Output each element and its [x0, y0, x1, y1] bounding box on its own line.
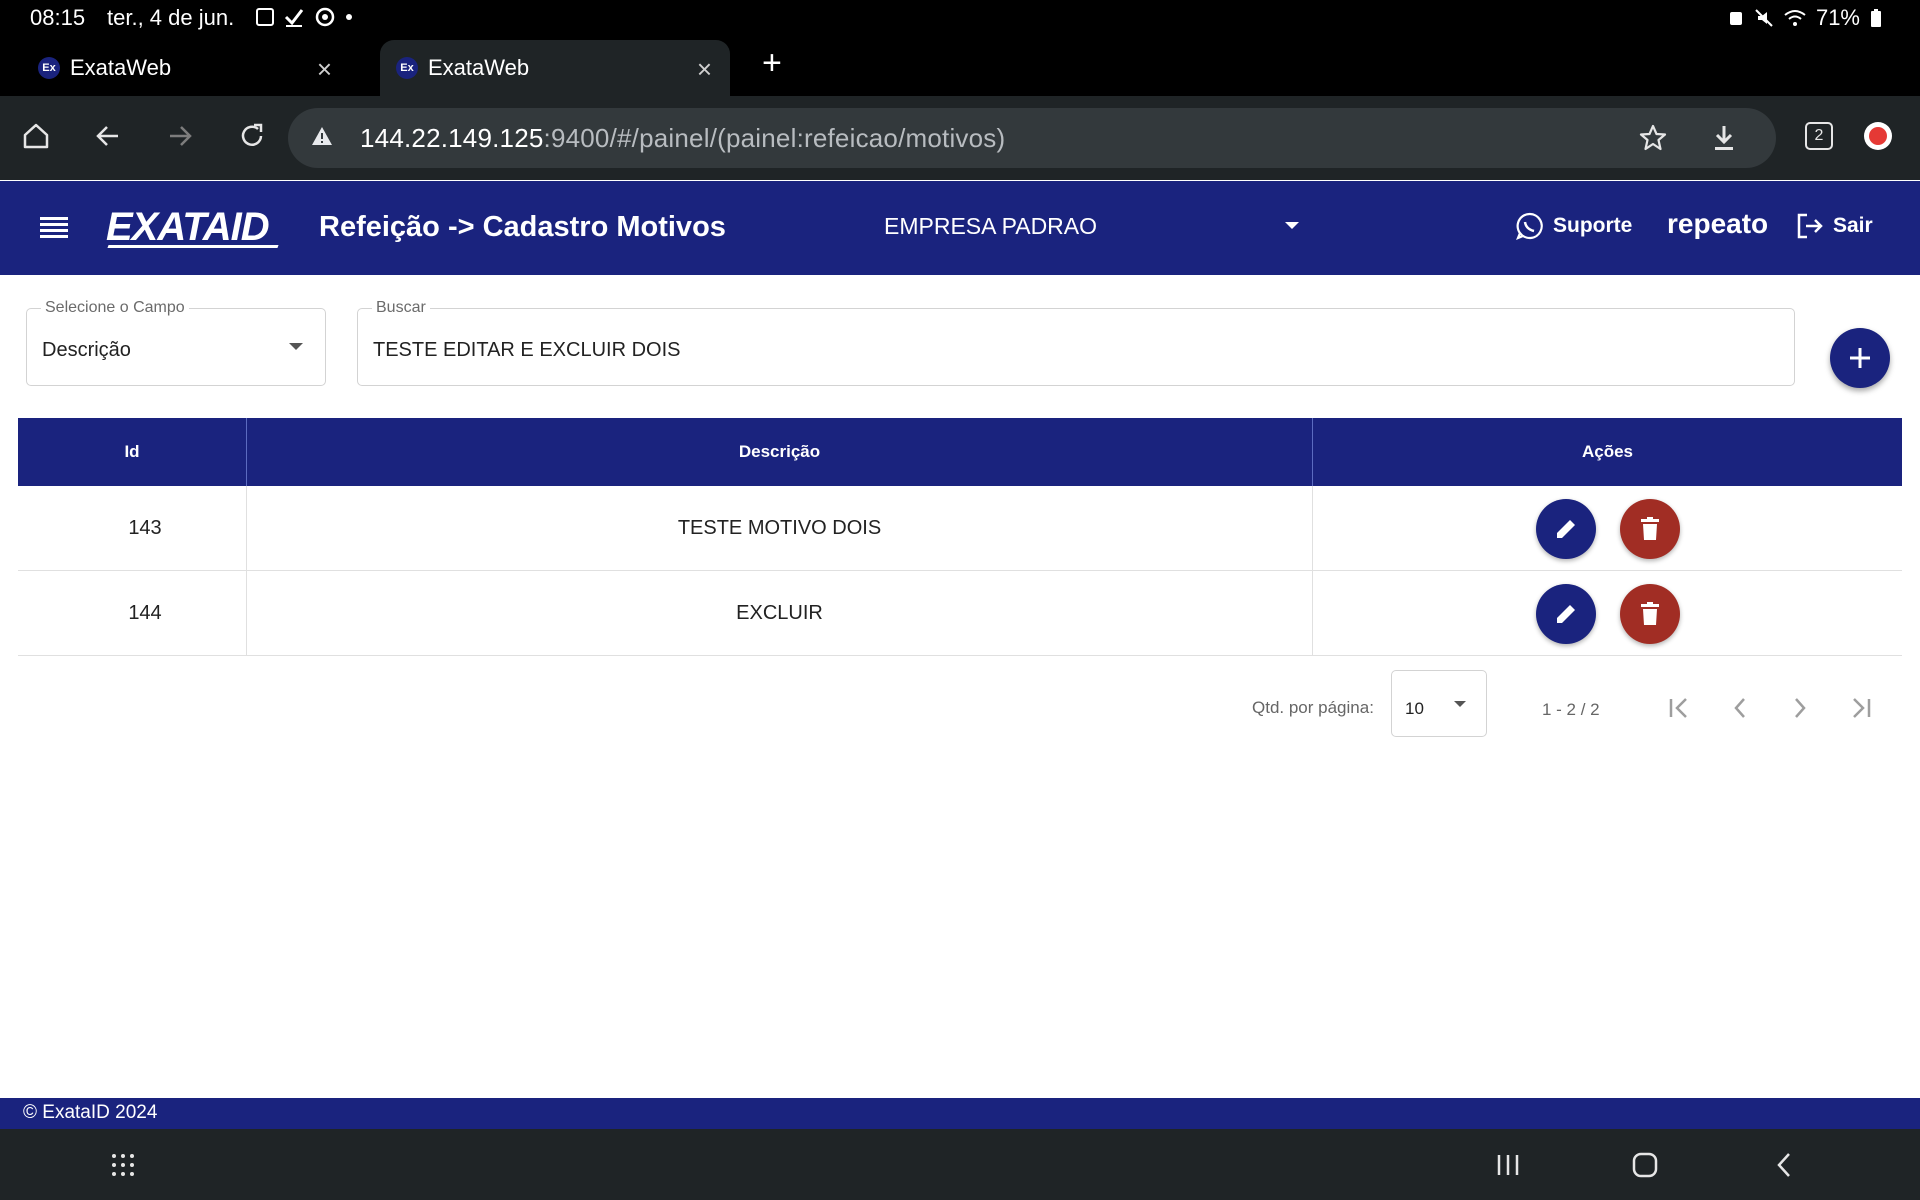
pencil-icon [1556, 519, 1575, 538]
status-date: ter., 4 de jun. [107, 5, 235, 30]
search-input[interactable] [373, 335, 1753, 365]
per-page-label: Qtd. por página: [1252, 698, 1374, 717]
home-nav-icon[interactable] [1625, 1147, 1665, 1183]
download-icon[interactable] [1710, 123, 1738, 153]
system-status-bar: 08:15 ter., 4 de jun. 71% [0, 0, 1920, 36]
app-footer: © ExataID 2024 [0, 1098, 1920, 1129]
close-tab-icon[interactable]: × [697, 54, 712, 85]
tab-switcher-button[interactable]: 2 [1805, 122, 1833, 150]
browser-tab-active[interactable]: Ex ExataWeb × [380, 40, 730, 96]
browser-tab-strip: Ex ExataWeb × Ex ExataWeb × + [0, 36, 1920, 96]
paginator: Qtd. por página: 10 1 - 2 / 2 [0, 670, 1920, 737]
app-header: EXATAID Refeição -> Cadastro Motivos EMP… [0, 181, 1920, 275]
logo-underline [107, 245, 279, 248]
reload-icon[interactable] [232, 116, 272, 156]
new-tab-icon[interactable]: + [762, 44, 782, 83]
company-select[interactable]: EMPRESA PADRAO [884, 213, 1097, 240]
search-label: Buscar [372, 299, 430, 317]
per-page-value: 10 [1405, 699, 1424, 718]
check-notification-icon [284, 9, 304, 27]
alarm-icon [1729, 12, 1742, 25]
url-text[interactable]: 144.22.149.125:9400/#/painel/(painel:ref… [360, 123, 1005, 154]
home-icon[interactable] [16, 116, 56, 156]
url-host: 144.22.149.125 [360, 123, 544, 153]
per-page-select[interactable]: 10 [1391, 670, 1487, 737]
system-icons: 71% [1728, 5, 1882, 31]
add-button[interactable] [1830, 328, 1890, 388]
motivos-table: Id Descrição Ações 143 TESTE MOTIVO DOIS… [18, 418, 1902, 656]
browser-toolbar: 144.22.149.125:9400/#/painel/(painel:ref… [0, 96, 1920, 180]
profile-icon[interactable] [1864, 122, 1892, 150]
wifi-icon [1784, 10, 1806, 26]
page-range: 1 - 2 / 2 [1542, 700, 1600, 719]
username: repeato [1667, 208, 1769, 239]
previous-page-icon[interactable] [1722, 690, 1758, 726]
column-header-descricao: Descrição [246, 418, 1312, 486]
forward-icon[interactable] [160, 116, 200, 156]
page-title: Refeição -> Cadastro Motivos [319, 211, 726, 243]
favicon-icon: Ex [38, 57, 60, 79]
field-select-label: Selecione o Campo [41, 299, 189, 317]
close-tab-icon[interactable]: × [317, 54, 332, 85]
cell-descricao: EXCLUIR [246, 571, 1312, 656]
browser-tab[interactable]: Ex ExataWeb × [0, 40, 350, 96]
table-header: Id Descrição Ações [18, 418, 1902, 486]
exataid-logo: EXATAID [106, 205, 270, 249]
system-navigation-bar [0, 1129, 1920, 1200]
logout-label: Sair [1833, 214, 1873, 237]
chevron-down-icon [289, 343, 303, 350]
logout-button[interactable]: Sair [1795, 211, 1873, 241]
recent-apps-icon[interactable] [1488, 1147, 1528, 1183]
column-header-id: Id [124, 442, 140, 461]
delete-button[interactable] [1619, 498, 1680, 559]
tab-title: ExataWeb [70, 55, 172, 80]
hamburger-menu-icon[interactable] [40, 217, 68, 241]
url-path: :9400/#/painel/(painel:refeicao/motivos) [543, 123, 1006, 153]
bookmark-star-icon[interactable] [1638, 123, 1668, 153]
back-icon[interactable] [88, 116, 128, 156]
trash-icon [1640, 516, 1659, 540]
back-nav-icon[interactable] [1764, 1147, 1804, 1183]
copyright-text: © ExataID 2024 [23, 1102, 158, 1123]
favicon-icon: Ex [396, 57, 418, 79]
sync-notification-icon [315, 7, 335, 27]
plus-icon [1850, 348, 1870, 368]
search-field[interactable]: Buscar [357, 299, 1795, 386]
logout-icon [1797, 213, 1823, 239]
field-select[interactable]: Selecione o Campo Descrição [26, 299, 326, 386]
delete-button[interactable] [1619, 583, 1680, 644]
column-header-acoes: Ações [1312, 418, 1902, 486]
not-secure-icon[interactable] [310, 124, 334, 148]
trash-icon [1640, 601, 1659, 625]
cell-descricao: TESTE MOTIVO DOIS [246, 486, 1312, 571]
table-row: 143 TESTE MOTIVO DOIS [18, 486, 1902, 571]
pencil-icon [1556, 604, 1575, 623]
last-page-icon[interactable] [1842, 690, 1878, 726]
cell-actions [1312, 486, 1902, 571]
whatsapp-icon [1516, 212, 1543, 240]
notification-icons [256, 6, 352, 28]
support-label: Suporte [1553, 214, 1633, 237]
battery-level: 71% [1815, 5, 1860, 30]
tab-title: ExataWeb [428, 55, 530, 80]
more-notifications-icon [346, 14, 352, 20]
first-page-icon[interactable] [1662, 690, 1698, 726]
company-dropdown-caret-icon[interactable] [1285, 222, 1299, 229]
mute-icon [1755, 9, 1773, 27]
battery-icon [1871, 9, 1881, 27]
address-bar[interactable]: 144.22.149.125:9400/#/painel/(painel:ref… [288, 108, 1776, 168]
edit-button[interactable] [1535, 498, 1596, 559]
table-row: 144 EXCLUIR [18, 571, 1902, 656]
next-page-icon[interactable] [1782, 690, 1818, 726]
field-select-value: Descrição [42, 339, 131, 361]
cell-id: 144 [128, 602, 162, 624]
cell-actions [1312, 571, 1902, 656]
cell-id: 143 [128, 517, 162, 539]
app-drawer-icon[interactable] [103, 1147, 143, 1183]
chevron-down-icon [1454, 701, 1466, 707]
support-button[interactable]: Suporte [1515, 211, 1632, 241]
edit-button[interactable] [1535, 583, 1596, 644]
checkbox-notification-icon [256, 8, 274, 26]
status-time: 08:15 [30, 5, 86, 30]
